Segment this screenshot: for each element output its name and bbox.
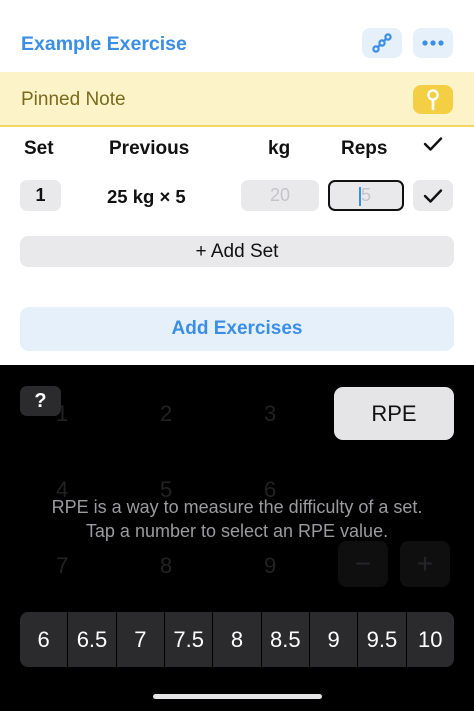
rpe-toggle-button[interactable]: RPE	[334, 387, 454, 440]
link-chain-icon	[372, 33, 392, 53]
more-dots-icon	[422, 40, 444, 46]
add-set-button[interactable]: + Add Set	[20, 236, 454, 267]
pin-icon	[427, 88, 439, 110]
add-exercises-button[interactable]: Add Exercises	[20, 307, 454, 351]
column-header-previous: Previous	[109, 138, 190, 159]
weight-input[interactable]: 20	[241, 180, 319, 211]
rpe-option[interactable]: 9.5	[358, 612, 407, 667]
column-header-set: Set	[24, 138, 54, 159]
rpe-info-line: RPE is a way to measure the difficulty o…	[51, 497, 423, 517]
rpe-selector: 6 6.5 7 7.5 8 8.5 9 9.5 10	[20, 612, 454, 667]
pinned-note-bar[interactable]: Pinned Note	[0, 72, 474, 127]
column-header-kg: kg	[268, 138, 291, 159]
background-key: 9	[264, 553, 277, 578]
column-header-reps: Reps	[341, 138, 388, 159]
reps-placeholder: 5	[360, 185, 371, 205]
superset-link-button[interactable]	[362, 28, 402, 58]
home-indicator[interactable]	[153, 694, 322, 699]
rpe-option[interactable]: 6	[20, 612, 69, 667]
rpe-info-text: RPE is a way to measure the difficulty o…	[0, 495, 474, 543]
rpe-keypad: 1 2 3 4 5 6 7 8 9 − + ? RPE RPE is a way…	[0, 365, 474, 711]
rpe-option[interactable]: 6.5	[68, 612, 117, 667]
background-key: 2	[160, 401, 173, 426]
text-caret	[359, 187, 361, 206]
exercise-header: Example Exercise	[0, 22, 474, 66]
checkmark-icon	[423, 137, 443, 151]
rpe-option[interactable]: 7	[117, 612, 165, 667]
more-options-button[interactable]	[413, 28, 453, 58]
rpe-option[interactable]: 9	[310, 612, 359, 667]
exercise-title[interactable]: Example Exercise	[21, 33, 187, 56]
reps-input[interactable]: 5	[328, 180, 404, 211]
rpe-option[interactable]: 10	[407, 612, 454, 667]
rpe-option[interactable]: 8.5	[262, 612, 310, 667]
background-plus-key: +	[400, 541, 450, 587]
set-row: 1 25 kg × 5 20 5	[0, 178, 474, 214]
previous-value[interactable]: 25 kg × 5	[107, 186, 186, 208]
rpe-option[interactable]: 8	[213, 612, 262, 667]
rpe-info-line: Tap a number to select an RPE value.	[85, 521, 389, 541]
checkmark-icon	[423, 188, 443, 203]
pin-button[interactable]	[413, 85, 453, 114]
workout-panel: Example Exercise Pinned Note Set Previou…	[0, 0, 474, 365]
background-key: 3	[264, 401, 277, 426]
background-key: 8	[160, 553, 173, 578]
rpe-option[interactable]: 7.5	[165, 612, 214, 667]
set-number-button[interactable]: 1	[20, 180, 61, 211]
pinned-note-label: Pinned Note	[21, 89, 126, 110]
rpe-help-button[interactable]: ?	[20, 386, 61, 416]
complete-set-button[interactable]	[413, 180, 453, 211]
column-header-done	[423, 136, 443, 158]
background-key: 7	[56, 553, 69, 578]
background-minus-key: −	[338, 541, 388, 587]
